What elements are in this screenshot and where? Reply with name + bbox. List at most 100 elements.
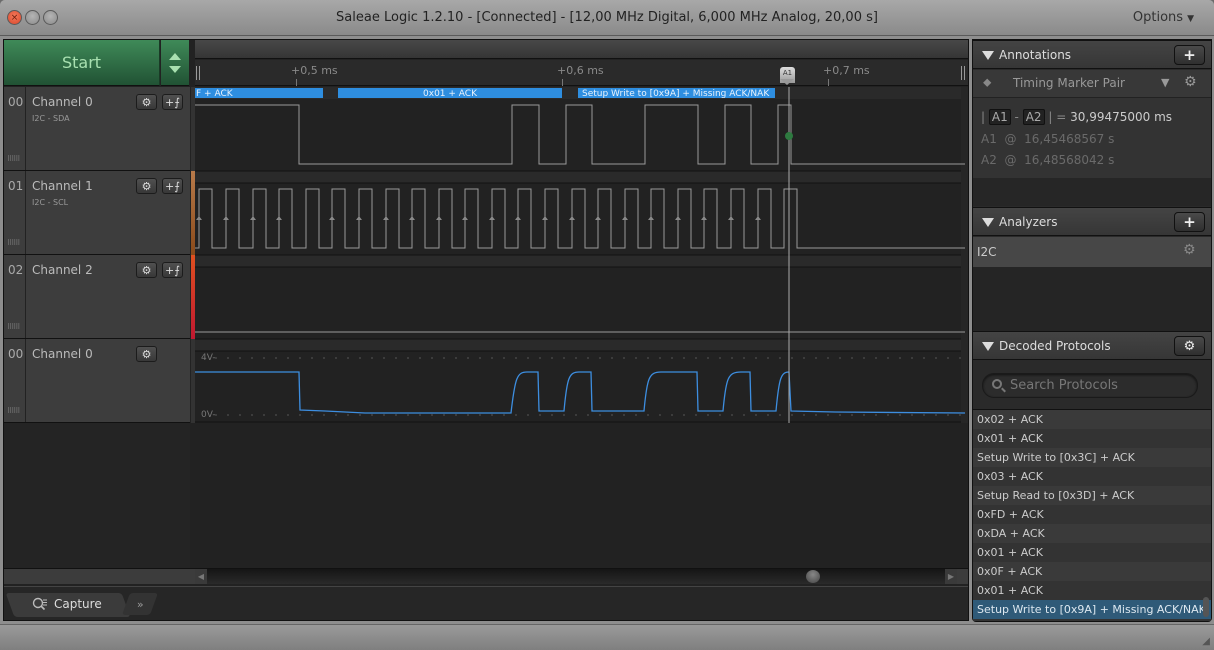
app-window: × Saleae Logic 1.2.10 - [Connected] - [1… xyxy=(0,0,1214,650)
search-icon xyxy=(992,379,1002,389)
channel-settings-button[interactable]: ⚙ xyxy=(136,346,157,362)
list-scrollbar[interactable] xyxy=(1203,597,1209,617)
protocol-list-item[interactable]: 0x02 + ACK xyxy=(973,410,1211,429)
horizontal-scrollbar[interactable]: ◀ ▶ xyxy=(4,568,968,584)
channel-name[interactable]: Channel 0 xyxy=(32,347,93,361)
start-options-button[interactable] xyxy=(161,40,189,86)
analyzers-header[interactable]: Analyzers + xyxy=(973,207,1211,236)
channel-header-2[interactable]: 02 Channel 2 ⚙ +⨍ ⠿⠿⠿ xyxy=(4,255,190,339)
equals-sign: | = xyxy=(1048,110,1067,124)
more-tabs-button[interactable]: » xyxy=(121,593,159,615)
options-label: Options xyxy=(1132,10,1184,25)
drag-handle-icon[interactable]: ⠿⠿⠿ xyxy=(7,407,20,415)
scroll-left-arrow-icon[interactable]: ◀ xyxy=(195,569,207,584)
decoded-bubble-label: 0x01 + ACK xyxy=(423,89,478,99)
drag-handle-icon[interactable]: ⠿⠿⠿ xyxy=(7,239,20,247)
drag-handle-icon[interactable]: ⠿⠿⠿ xyxy=(7,323,20,331)
protocol-list-item[interactable]: 0xFD + ACK xyxy=(973,505,1211,524)
decoded-protocols-list[interactable]: 0x02 + ACK 0x01 + ACK Setup Write to [0x3C… xyxy=(973,409,1211,621)
trigger-button[interactable]: +⨍ xyxy=(162,178,183,194)
trigger-button[interactable]: +⨍ xyxy=(162,262,183,278)
gear-icon[interactable]: ⚙ xyxy=(1184,74,1197,90)
analyzers-title: Analyzers xyxy=(999,215,1058,229)
time-ruler[interactable]: +0,5 ms +0,6 ms +0,7 ms A1 xyxy=(195,60,968,86)
scroll-track[interactable]: ◀ ▶ xyxy=(195,569,957,584)
status-bar: ◢ xyxy=(0,624,1214,650)
search-list-icon xyxy=(32,597,47,611)
start-button[interactable]: Start xyxy=(4,40,160,86)
chevron-down-icon: ▼ xyxy=(1187,14,1194,24)
channel-name[interactable]: Channel 2 xyxy=(32,263,93,277)
tab-capture[interactable]: Capture xyxy=(32,597,102,611)
analyzer-item[interactable]: I2C ⚙ xyxy=(973,237,1211,267)
marker-a2-time: 16,48568042 s xyxy=(1024,153,1115,167)
trigger-button[interactable]: +⨍ xyxy=(162,94,183,110)
collapse-triangle-icon[interactable] xyxy=(982,342,994,351)
add-annotation-button[interactable]: + xyxy=(1174,45,1205,65)
ruler-left-grip[interactable] xyxy=(196,66,200,80)
protocol-list-item[interactable]: 0x03 + ACK xyxy=(973,467,1211,486)
channel-header-analog-0[interactable]: 00 Channel 0 ⚙ ⠿⠿⠿ xyxy=(4,339,190,423)
tab-capture-label: Capture xyxy=(54,597,102,611)
tab-bar: Capture » xyxy=(4,586,968,620)
gear-icon: ⚙ xyxy=(1183,338,1196,354)
side-panel: Annotations + ⬥ Timing Marker Pair ▼ ⚙ |… xyxy=(972,39,1212,622)
gear-icon: ⚙ xyxy=(141,347,152,361)
decoded-protocols-header[interactable]: Decoded Protocols ⚙ xyxy=(973,331,1211,360)
plus-icon: + xyxy=(1183,213,1196,231)
protocol-list-item[interactable]: 0x01 + ACK xyxy=(973,429,1211,448)
analyzer-settings-gear-icon[interactable]: ⚙ xyxy=(1183,242,1196,258)
channel-settings-button[interactable]: ⚙ xyxy=(136,94,157,110)
analog-4v-label: 4V- xyxy=(201,353,216,363)
channel-empty-area xyxy=(4,423,190,568)
tick-mark xyxy=(828,79,829,86)
at-sign: @ xyxy=(1004,132,1017,146)
trigger-edge-icon: +⨍ xyxy=(165,263,180,277)
protocol-list-item[interactable]: 0x01 + ACK xyxy=(973,543,1211,562)
channel-header-0[interactable]: 00 Channel 0 I2C - SDA ⚙ +⨍ ⠿⠿⠿ xyxy=(4,87,190,171)
add-analyzer-button[interactable]: + xyxy=(1174,212,1205,232)
analyzers-empty-area xyxy=(973,267,1211,331)
plus-icon: + xyxy=(1183,46,1196,64)
title-bar: × Saleae Logic 1.2.10 - [Connected] - [1… xyxy=(0,0,1214,36)
channel-settings-button[interactable]: ⚙ xyxy=(136,262,157,278)
marker-a2-label: A2 xyxy=(981,153,997,167)
protocol-list-item[interactable]: Setup Write to [0x3C] + ACK xyxy=(973,448,1211,467)
channel-settings-button[interactable]: ⚙ xyxy=(136,178,157,194)
marker-a1-label: A1 xyxy=(981,132,997,146)
tick-label: +0,5 ms xyxy=(291,64,338,77)
collapse-triangle-icon[interactable] xyxy=(982,218,994,227)
scroll-thumb[interactable] xyxy=(806,570,820,583)
ruler-right-grip[interactable] xyxy=(961,66,965,80)
marker-a1-chip[interactable]: A1 xyxy=(988,109,1011,125)
channel-name[interactable]: Channel 1 xyxy=(32,179,93,193)
protocol-list-item[interactable]: Setup Write to [0x9A] + Missing ACK/NAK xyxy=(973,600,1211,619)
marker-a2-chip[interactable]: A2 xyxy=(1022,109,1045,125)
decoded-bubble-label: Setup Write to [0x9A] + Missing ACK/NAK xyxy=(582,89,770,99)
timing-marker-a1[interactable]: A1 xyxy=(780,67,795,85)
collapse-triangle-icon[interactable] xyxy=(982,51,994,60)
decoded-bubble-label: F + ACK xyxy=(196,89,234,99)
options-menu-button[interactable]: Options ▼ xyxy=(1133,10,1194,25)
capture-area: Start +0,5 ms +0,6 ms +0,7 ms A1 00 Chan… xyxy=(3,39,969,621)
protocol-list-item[interactable]: Setup Read to [0x3D] + ACK xyxy=(973,486,1211,505)
dropdown-triangle-icon[interactable]: ▼ xyxy=(1161,76,1169,89)
waveform-view[interactable]: F + ACK 0x01 + ACK Setup Write to [0x9A] +… xyxy=(195,87,968,423)
channel-header-1[interactable]: 01 Channel 1 I2C - SCL ⚙ +⨍ ⠿⠿⠿ xyxy=(4,171,190,255)
trigger-edge-icon: +⨍ xyxy=(165,179,180,193)
ruler-header xyxy=(195,40,968,59)
scroll-right-arrow-icon[interactable]: ▶ xyxy=(945,569,957,584)
protocol-list-item[interactable]: 0x01 + ACK xyxy=(973,581,1211,600)
drag-handle-icon[interactable]: ⠿⠿⠿ xyxy=(7,155,20,163)
protocol-list-item[interactable]: 0x0F + ACK xyxy=(973,562,1211,581)
decoded-protocols-settings-button[interactable]: ⚙ xyxy=(1174,336,1205,356)
trigger-edge-icon: +⨍ xyxy=(165,95,180,109)
resize-grip-icon[interactable]: ◢ xyxy=(1202,636,1210,647)
annotation-item[interactable]: ⬥ Timing Marker Pair ▼ ⚙ xyxy=(973,70,1211,98)
annotations-header[interactable]: Annotations + xyxy=(973,40,1211,69)
double-chevron-right-icon: » xyxy=(136,597,144,611)
pin-icon: ⬥ xyxy=(983,75,992,89)
channel-name[interactable]: Channel 0 xyxy=(32,95,93,109)
search-protocols-input[interactable]: Search Protocols xyxy=(982,373,1198,398)
protocol-list-item[interactable]: 0xDA + ACK xyxy=(973,524,1211,543)
